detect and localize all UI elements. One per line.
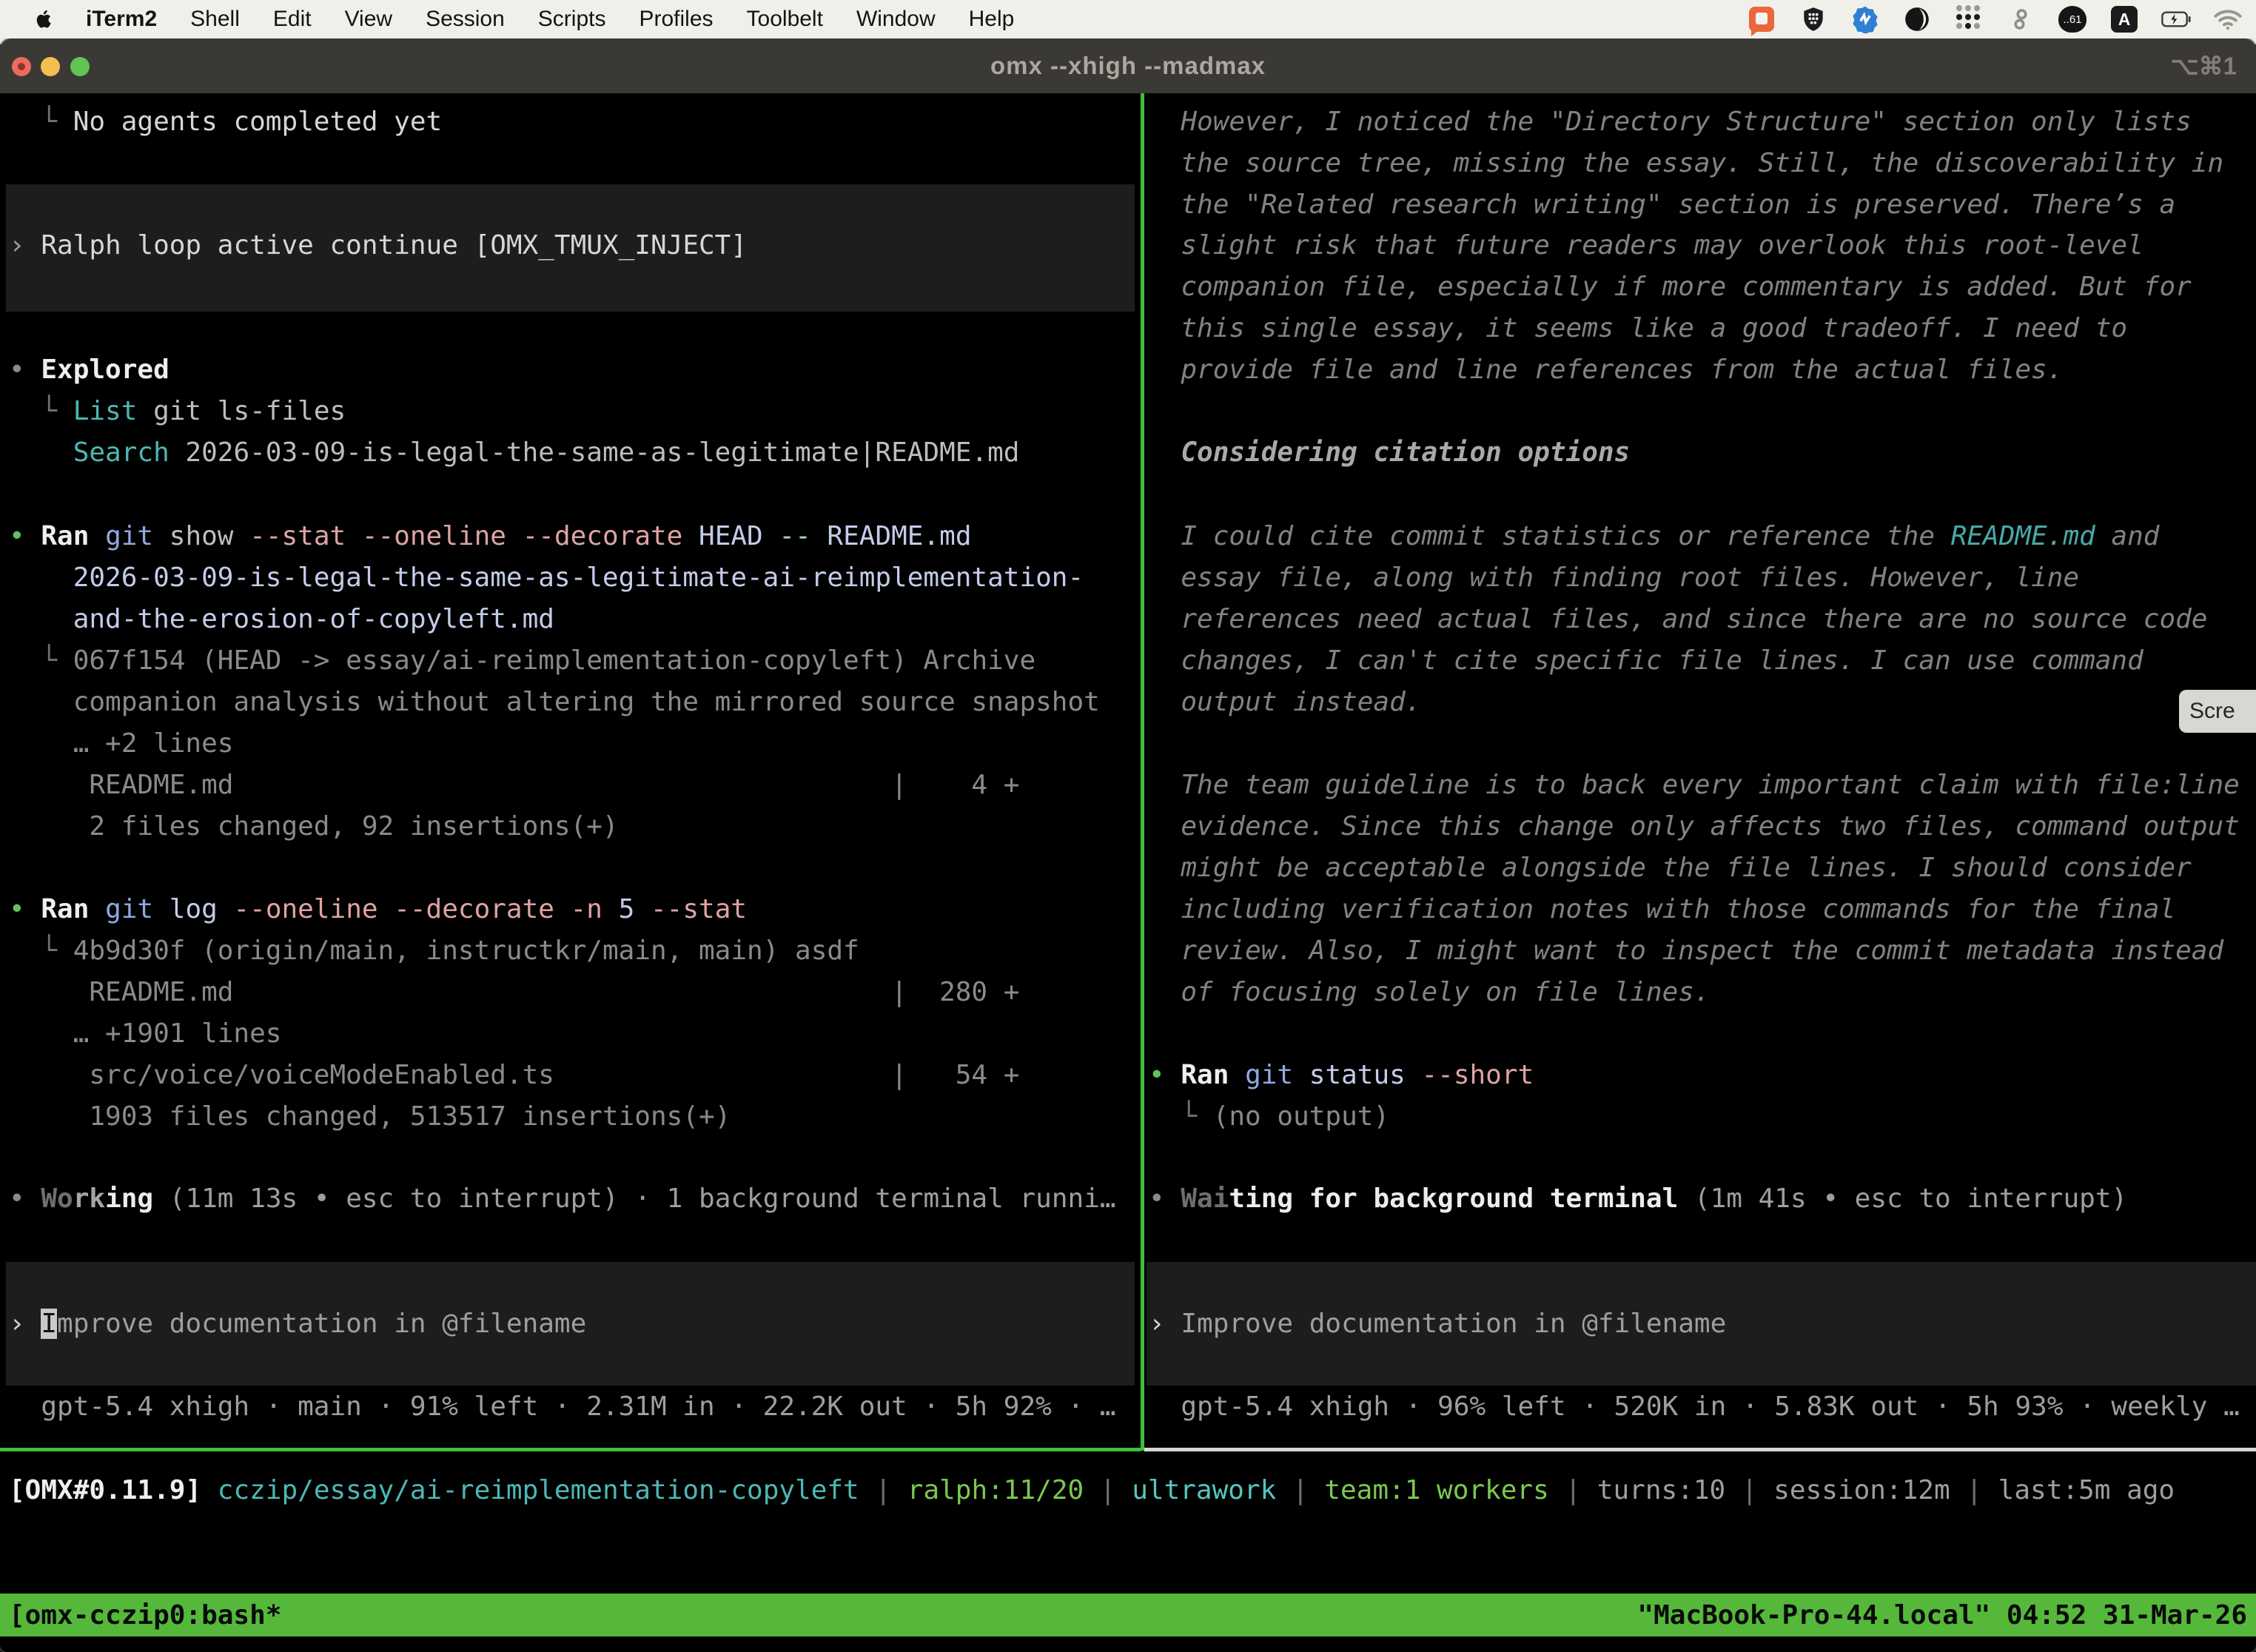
window-titlebar: omx --xhigh --madmax ⌥⌘1 (0, 38, 2256, 94)
window-shortcut-badge: ⌥⌘1 (2171, 52, 2237, 81)
menu-item-profiles[interactable]: Profiles (639, 7, 713, 32)
menu-item-view[interactable]: View (345, 7, 392, 32)
tmux-session-label: [omx-cczip0:bash* (9, 1600, 281, 1631)
shield-keypad-icon[interactable] (1799, 4, 1828, 34)
pane-divider[interactable] (1141, 93, 1144, 1451)
window-title: omx --xhigh --madmax (990, 52, 1266, 80)
menu-item-iterm2[interactable]: iTerm2 (86, 7, 157, 32)
sync-badge-icon[interactable] (1850, 4, 1880, 34)
input-source-a-icon[interactable]: A (2109, 4, 2139, 34)
tmux-status-bar: [omx-cczip0:bash* "MacBook-Pro-44.local"… (0, 1594, 2256, 1636)
omx-status-line: [OMX#0.11.9] cczip/essay/ai-reimplementa… (9, 1470, 2175, 1511)
screen-share-pill[interactable]: Scre (2179, 690, 2256, 733)
screen-recording-indicator-icon[interactable] (1747, 4, 1776, 34)
squiggle-icon[interactable] (2006, 4, 2035, 34)
tmux-host-clock: "MacBook-Pro-44.local" 04:52 31-Mar-26 (1637, 1600, 2247, 1631)
gauge-badge-label: ..61 (2058, 6, 2087, 33)
dots-grid-icon[interactable] (1954, 4, 1984, 34)
menu-item-toolbelt[interactable]: Toolbelt (747, 7, 823, 32)
gauge-61-icon[interactable]: ..61 (2058, 4, 2087, 34)
input-badge-label: A (2111, 6, 2138, 33)
contrast-circle-icon[interactable] (1902, 4, 1932, 34)
menu-items: iTerm2 Shell Edit View Session Scripts Profile… (86, 7, 1014, 32)
screen-share-pill-label: Scre (2189, 699, 2235, 724)
menu-item-help[interactable]: Help (969, 7, 1015, 32)
apple-menu-icon[interactable] (31, 7, 56, 32)
iterm-window: omx --xhigh --madmax ⌥⌘1 └ No agents com… (0, 38, 2256, 1652)
menubar-status-icons: ..61 A (1747, 4, 2243, 34)
menu-item-edit[interactable]: Edit (273, 7, 312, 32)
minimize-button[interactable] (41, 57, 60, 76)
menu-item-shell[interactable]: Shell (190, 7, 240, 32)
close-button[interactable] (12, 57, 31, 76)
menu-item-window[interactable]: Window (856, 7, 936, 32)
menu-item-scripts[interactable]: Scripts (538, 7, 606, 32)
menu-bar: iTerm2 Shell Edit View Session Scripts Profile… (0, 0, 2256, 38)
inactive-pane-border (1144, 1448, 2256, 1451)
active-pane-border (0, 1448, 1141, 1451)
terminal-content: └ No agents completed yet› Ralph loop ac… (0, 93, 2256, 1652)
wifi-icon[interactable] (2213, 4, 2243, 34)
zoom-button[interactable] (70, 57, 90, 76)
menu-item-session[interactable]: Session (426, 7, 505, 32)
battery-icon[interactable] (2161, 4, 2191, 34)
omx-status-area: [OMX#0.11.9] cczip/essay/ai-reimplementa… (0, 93, 2256, 1652)
